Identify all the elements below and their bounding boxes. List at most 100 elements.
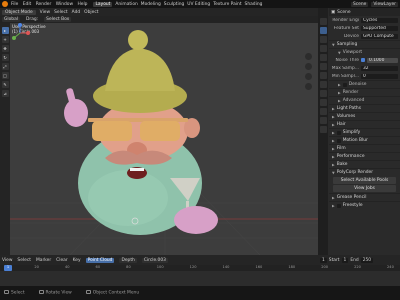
- menu-help[interactable]: Help: [77, 2, 87, 7]
- simplify-checkbox[interactable]: [336, 130, 341, 135]
- tab-sculpting[interactable]: Sculpting: [164, 2, 185, 7]
- denoise-checkbox[interactable]: [342, 82, 347, 87]
- modifier-tab-icon[interactable]: [319, 81, 327, 88]
- orientation-dropdown[interactable]: Global: [2, 17, 21, 22]
- menu-file[interactable]: File: [11, 2, 18, 7]
- freestyle-panel[interactable]: ▶ Freestyle: [329, 201, 400, 209]
- depth-dropdown[interactable]: Depth: [119, 257, 137, 263]
- drag-dropdown[interactable]: Select Box: [44, 17, 72, 22]
- physics-tab-icon[interactable]: [319, 99, 327, 106]
- menu-select[interactable]: Select: [54, 10, 68, 15]
- feature-set-dropdown[interactable]: Supported: [361, 25, 398, 31]
- menu-view[interactable]: View: [40, 10, 50, 15]
- advanced-subpanel[interactable]: ▶ Advanced: [329, 96, 400, 104]
- blender-logo-icon[interactable]: [2, 1, 8, 7]
- menu-object[interactable]: Object: [84, 10, 98, 15]
- tl-menu-clear[interactable]: Clear: [56, 258, 67, 263]
- tab-uv-editing[interactable]: UV Editing: [187, 2, 210, 7]
- pan-icon[interactable]: [305, 63, 312, 70]
- frame-controls: 1 Start 1 End 250: [318, 255, 400, 265]
- menu-edit[interactable]: Edit: [23, 2, 32, 7]
- tool-tab-icon[interactable]: [319, 18, 327, 25]
- perspective-icon[interactable]: [305, 83, 312, 90]
- start-frame-field[interactable]: 1: [341, 257, 349, 263]
- character-model[interactable]: [64, 30, 218, 235]
- current-frame-field[interactable]: 1: [320, 257, 327, 263]
- render-tab-icon[interactable]: [319, 27, 327, 34]
- menu-render[interactable]: Render: [36, 2, 52, 7]
- scene-selector[interactable]: Scene: [350, 1, 369, 7]
- measure-tool-icon[interactable]: ⊿: [1, 90, 9, 97]
- navigation-gizmo-icon[interactable]: [10, 23, 30, 43]
- keying-dropdown[interactable]: Point Cloud: [85, 257, 115, 263]
- mode-dropdown[interactable]: Object Mode: [2, 9, 36, 15]
- device-dropdown[interactable]: GPU Compute: [361, 33, 398, 39]
- polycorp-panel[interactable]: ▼ PolyCorp Render: [329, 168, 400, 176]
- tl-menu-key[interactable]: Key: [73, 258, 81, 263]
- timeline-track[interactable]: [0, 271, 400, 286]
- bake-panel[interactable]: ▶ Bake: [329, 160, 400, 168]
- chevron-right-icon: ▶: [332, 203, 335, 208]
- scene-tab-icon[interactable]: [319, 54, 327, 61]
- noise-threshold-field[interactable]: 0.1000: [367, 57, 398, 63]
- timeline[interactable]: 0 20 40 60 80 100 120 140 160 180 200 22…: [0, 265, 400, 286]
- tab-texture-paint[interactable]: Texture Paint: [213, 2, 241, 7]
- tab-layout[interactable]: Layout: [93, 1, 113, 7]
- chevron-right-icon: ▶: [332, 146, 335, 151]
- start-label: Start: [328, 257, 340, 263]
- object-tab-icon[interactable]: [319, 72, 327, 79]
- material-tab-icon[interactable]: [319, 126, 327, 133]
- tl-menu-select[interactable]: Select: [17, 258, 31, 263]
- rotate-tool-icon[interactable]: ↻: [1, 54, 9, 61]
- view-layer-selector[interactable]: ViewLayer: [371, 1, 398, 7]
- annotate-tool-icon[interactable]: ✎: [1, 81, 9, 88]
- move-tool-icon[interactable]: ✥: [1, 45, 9, 52]
- select-tool-icon[interactable]: ▸: [1, 27, 9, 34]
- film-panel[interactable]: ▶ Film: [329, 144, 400, 152]
- scale-tool-icon[interactable]: ⤢: [1, 63, 9, 70]
- motion-blur-checkbox[interactable]: [336, 138, 341, 143]
- hair-panel[interactable]: ▶ Hair: [329, 120, 400, 128]
- constraints-tab-icon[interactable]: [319, 108, 327, 115]
- workspace-tabs: Layout Animation Modeling Sculpting UV E…: [93, 1, 265, 7]
- transform-tool-icon[interactable]: □: [1, 72, 9, 79]
- cursor-tool-icon[interactable]: +: [1, 36, 9, 43]
- tl-menu-marker[interactable]: Marker: [36, 258, 51, 263]
- scene-icon: ▣: [331, 9, 336, 15]
- chevron-down-icon: ▼: [332, 170, 335, 175]
- performance-panel[interactable]: ▶ Performance: [329, 152, 400, 160]
- denoise-subpanel[interactable]: ▶ Denoise: [329, 80, 400, 88]
- world-tab-icon[interactable]: [319, 63, 327, 70]
- tab-animation[interactable]: Animation: [115, 2, 137, 7]
- menu-window[interactable]: Window: [56, 2, 73, 7]
- menu-add[interactable]: Add: [72, 10, 81, 15]
- 3d-viewport[interactable]: User Perspective (1) Circle.003: [10, 23, 318, 255]
- motion-blur-panel[interactable]: ▶ Motion Blur: [329, 136, 400, 144]
- zoom-icon[interactable]: [305, 53, 312, 60]
- particles-tab-icon[interactable]: [319, 90, 327, 97]
- select-pools-button[interactable]: Select Available Pools: [333, 177, 396, 184]
- light-paths-panel[interactable]: ▶ Light Paths: [329, 104, 400, 112]
- render-subpanel[interactable]: ▶ Render: [329, 88, 400, 96]
- noise-threshold-checkbox[interactable]: [361, 58, 365, 62]
- render-engine-dropdown[interactable]: Cycles: [361, 17, 398, 23]
- viewport-subpanel[interactable]: ▼ Viewport: [329, 48, 400, 56]
- output-tab-icon[interactable]: [319, 36, 327, 43]
- object-dropdown[interactable]: Circle.003: [141, 257, 168, 263]
- tab-shading[interactable]: Shading: [245, 2, 263, 7]
- min-samples-field[interactable]: 0: [361, 73, 398, 79]
- max-samples-field[interactable]: 32: [361, 65, 398, 71]
- tab-modeling[interactable]: Modeling: [141, 2, 161, 7]
- chevron-right-icon: ▶: [332, 162, 335, 167]
- grease-pencil-panel[interactable]: ▶ Grease Pencil: [329, 193, 400, 201]
- freestyle-checkbox[interactable]: [336, 203, 341, 208]
- volumes-panel[interactable]: ▶ Volumes: [329, 112, 400, 120]
- camera-icon[interactable]: [305, 73, 312, 80]
- simplify-panel[interactable]: ▶ Simplify: [329, 128, 400, 136]
- end-frame-field[interactable]: 250: [360, 257, 374, 263]
- view-jobs-button[interactable]: View Jobs: [333, 185, 396, 192]
- data-tab-icon[interactable]: [319, 117, 327, 124]
- sampling-panel[interactable]: ▼ Sampling: [329, 40, 400, 48]
- tl-menu-view[interactable]: View: [2, 258, 12, 263]
- view-layer-tab-icon[interactable]: [319, 45, 327, 52]
